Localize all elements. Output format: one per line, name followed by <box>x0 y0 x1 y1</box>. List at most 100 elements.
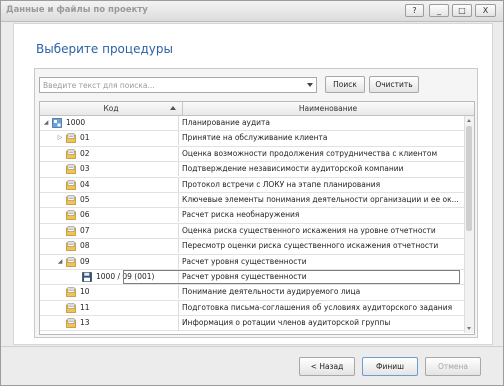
row-code: 09 <box>80 256 90 266</box>
minimize-button[interactable]: _ <box>429 4 449 17</box>
folder-doc-icon <box>66 241 76 251</box>
back-button[interactable]: < Назад <box>299 357 355 376</box>
vertical-scrollbar[interactable] <box>464 116 474 333</box>
code-cell: 02 <box>40 146 179 161</box>
row-name: Ключевые элементы понимания деятельности… <box>182 194 459 204</box>
sort-asc-icon <box>170 106 176 110</box>
row-code: 1000 <box>66 118 86 127</box>
row-code: 03 <box>80 164 90 174</box>
row-code: 07 <box>80 225 90 235</box>
row-code: 01 <box>80 133 90 143</box>
grid-header: Код Наименование <box>40 102 474 116</box>
code-cell: 13 <box>40 316 179 331</box>
table-row[interactable]: 11 Подготовка письма-соглашения об услови… <box>40 300 464 317</box>
table-row[interactable]: 08 Пересмотр оценки риска существенного и… <box>40 239 464 255</box>
column-header-name[interactable]: Наименование <box>183 102 473 115</box>
folder-doc-icon <box>66 133 76 144</box>
table-row[interactable]: 04 Протокол встречи с ЛОКУ на этапе плани… <box>40 177 464 193</box>
code-cell: 05 <box>40 192 179 207</box>
table-row[interactable]: 1000 / 09 (001) Расчет уровня существенно… <box>40 269 464 286</box>
cancel-button[interactable]: Отмена <box>425 357 481 376</box>
row-name: Планирование аудита <box>182 118 271 127</box>
code-cell: 04 <box>40 177 179 192</box>
title-bar[interactable]: Данные и файлы по проекту ? _ □ X <box>1 1 503 22</box>
code-cell: 07 <box>40 223 179 238</box>
expand-open-icon[interactable]: ◢ <box>42 116 50 130</box>
page-title: Выберите процедуры <box>36 42 173 56</box>
table-row[interactable]: 02 Оценка возможности продолжения сотрудн… <box>40 146 464 163</box>
focused-row-outline <box>123 269 460 284</box>
folder-doc-icon <box>66 318 76 328</box>
folder-doc-icon <box>66 287 76 298</box>
row-name: Оценка возможности продолжения сотруднич… <box>182 148 438 158</box>
folder-doc-icon <box>66 164 76 175</box>
row-name: Протокол встречи с ЛОКУ на этапе планиро… <box>182 179 381 189</box>
row-code: 13 <box>80 318 90 328</box>
row-name: Оценка риска существенного искажения на … <box>182 225 436 235</box>
close-button[interactable]: X <box>475 4 496 17</box>
root-folder-icon <box>52 118 62 128</box>
row-code: 10 <box>80 287 90 297</box>
row-name: Принятие на обслуживание клиента <box>182 133 328 143</box>
table-row[interactable]: 06 Расчет риска необнаружения <box>40 208 464 224</box>
folder-doc-icon <box>66 302 76 313</box>
expand-open-icon[interactable]: ◢ <box>56 255 64 269</box>
window-title: Данные и файлы по проекту <box>6 5 148 15</box>
row-name: Информация о ротации членов аудиторской … <box>182 318 391 328</box>
footer-divider <box>1 346 503 347</box>
code-cell: 10 <box>40 285 179 300</box>
table-row[interactable]: 05 Ключевые элементы понимания деятельнос… <box>40 192 464 209</box>
help-button[interactable]: ? <box>405 4 424 17</box>
chevron-down-icon[interactable] <box>307 83 313 87</box>
procedure-panel: Поиск Очистить Код Наименование ◢ 1000 Пла… <box>34 68 478 338</box>
search-combobox[interactable] <box>39 77 317 93</box>
row-name: Подтверждение независимости аудиторской … <box>182 164 404 174</box>
scroll-up-arrow[interactable] <box>467 119 471 122</box>
folder-doc-icon <box>66 210 76 221</box>
grid-body: ◢ 1000 Планирование аудита ▷ 01 Принятие на о… <box>40 116 464 332</box>
clear-button[interactable]: Очистить <box>369 76 419 93</box>
table-row[interactable]: 10 Понимание деятельности аудируемого лиц… <box>40 285 464 301</box>
code-cell: ◢ 09 <box>40 254 179 269</box>
finish-button[interactable]: Финиш <box>362 357 418 376</box>
code-cell: ▷ 01 <box>40 131 179 146</box>
folder-doc-icon <box>66 225 76 236</box>
folder-doc-icon <box>66 195 76 205</box>
code-cell: 06 <box>40 208 179 223</box>
scrollbar-thumb[interactable] <box>466 126 472 231</box>
scroll-down-arrow[interactable] <box>467 327 471 330</box>
row-code: 06 <box>80 210 90 220</box>
code-cell: ◢ 1000 <box>40 116 179 130</box>
table-row[interactable]: 03 Подтверждение независимости аудиторско… <box>40 162 464 178</box>
row-code: 11 <box>80 302 90 312</box>
code-cell: 03 <box>40 162 179 177</box>
expand-closed-icon[interactable]: ▷ <box>56 131 64 145</box>
table-row[interactable]: 13 Информация о ротации членов аудиторско… <box>40 316 464 332</box>
row-code: 05 <box>80 194 90 204</box>
table-row[interactable]: ▷ 01 Принятие на обслуживание клиента <box>40 131 464 147</box>
maximize-button[interactable]: □ <box>452 4 472 17</box>
column-header-code[interactable]: Код <box>40 102 183 115</box>
row-name: Пересмотр оценки риска существенного иск… <box>182 241 439 251</box>
row-code: 08 <box>80 241 90 251</box>
folder-doc-icon <box>66 256 76 267</box>
code-cell: 11 <box>40 300 179 315</box>
procedures-grid: Код Наименование ◢ 1000 Планирование аудит… <box>39 101 475 335</box>
row-name: Понимание деятельности аудируемого лица <box>182 287 361 297</box>
table-row[interactable]: ◢ 1000 Планирование аудита <box>40 116 464 132</box>
table-row[interactable]: 07 Оценка риска существенного искажения н… <box>40 223 464 240</box>
dialog-window: Данные и файлы по проекту ? _ □ X Выбери… <box>0 0 504 386</box>
row-name: Подготовка письма-соглашения об условиях… <box>182 302 453 312</box>
folder-doc-icon <box>66 179 76 190</box>
floppy-disk-icon <box>82 272 92 282</box>
row-name: Расчет уровня существенности <box>182 256 307 266</box>
search-input[interactable] <box>43 79 293 91</box>
row-code: 04 <box>80 179 90 189</box>
table-row[interactable]: ◢ 09 Расчет уровня существенности <box>40 254 464 270</box>
row-code: 02 <box>80 148 90 158</box>
content-area: Выберите процедуры Поиск Очистить Код На… <box>13 23 493 345</box>
row-name: Расчет риска необнаружения <box>182 210 300 220</box>
folder-doc-icon <box>66 148 76 159</box>
search-button[interactable]: Поиск <box>325 76 365 93</box>
code-cell: 08 <box>40 239 179 254</box>
